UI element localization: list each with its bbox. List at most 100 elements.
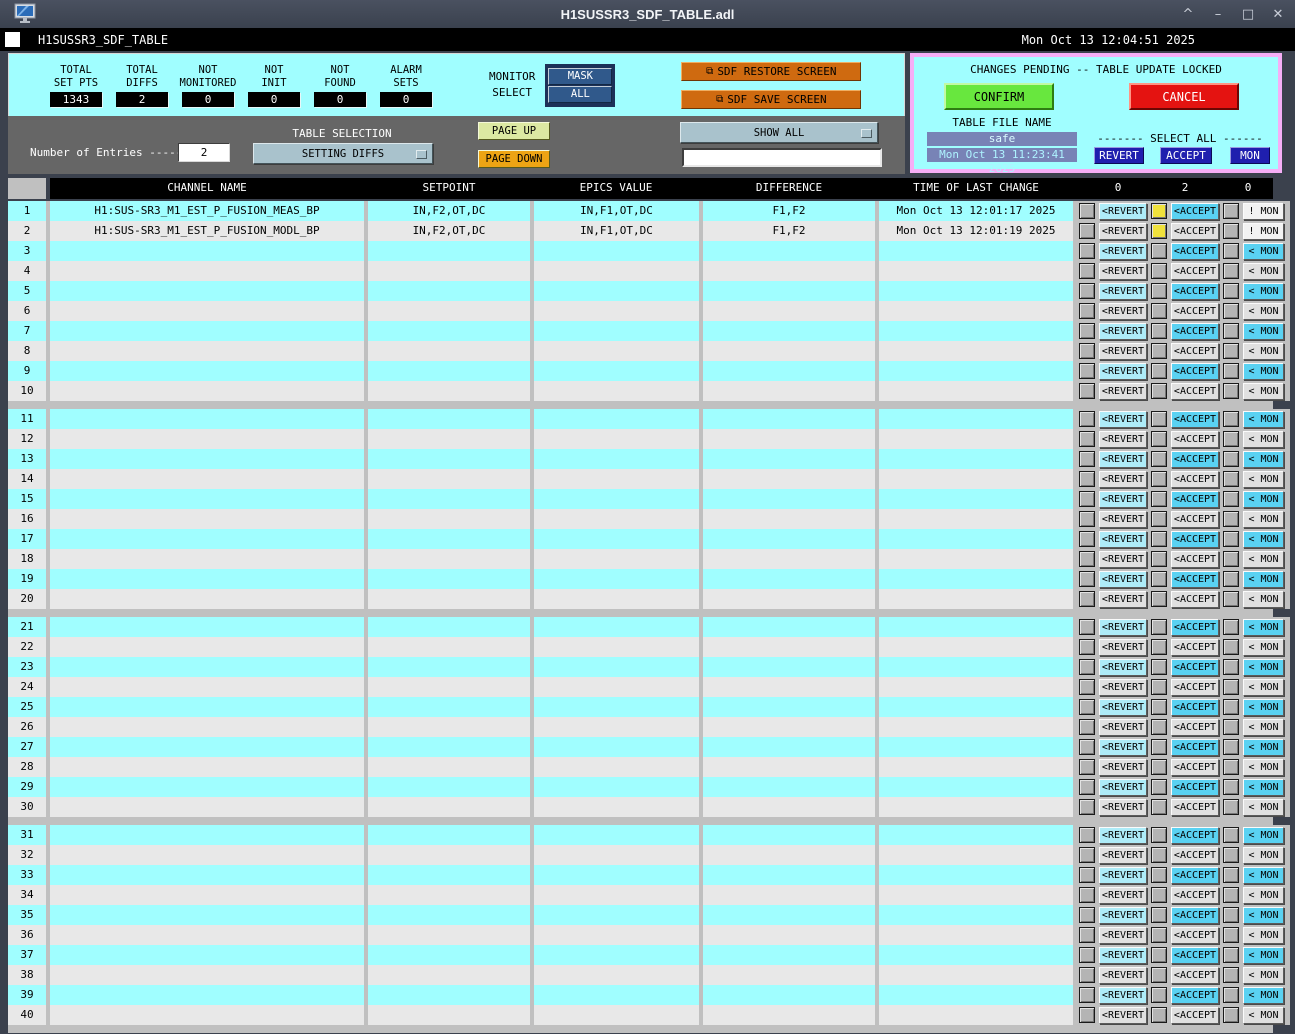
- accept-button[interactable]: <ACCEPT: [1171, 410, 1219, 428]
- accept-button[interactable]: <ACCEPT: [1171, 362, 1219, 380]
- revert-checkbox[interactable]: [1079, 203, 1095, 219]
- accept-checkbox[interactable]: [1151, 739, 1167, 755]
- revert-checkbox[interactable]: [1079, 619, 1095, 635]
- accept-checkbox[interactable]: [1151, 571, 1167, 587]
- accept-button[interactable]: <ACCEPT: [1171, 470, 1219, 488]
- revert-checkbox[interactable]: [1079, 283, 1095, 299]
- accept-button[interactable]: <ACCEPT: [1171, 1006, 1219, 1024]
- revert-checkbox[interactable]: [1079, 967, 1095, 983]
- accept-checkbox[interactable]: [1151, 867, 1167, 883]
- revert-button[interactable]: <REVERT: [1099, 202, 1147, 220]
- mon-checkbox[interactable]: [1223, 619, 1239, 635]
- accept-button[interactable]: <ACCEPT: [1171, 530, 1219, 548]
- confirm-button[interactable]: CONFIRM: [944, 83, 1054, 110]
- revert-button[interactable]: <REVERT: [1099, 886, 1147, 904]
- mon-checkbox[interactable]: [1223, 343, 1239, 359]
- mon-checkbox[interactable]: [1223, 847, 1239, 863]
- mon-button[interactable]: < MON: [1243, 946, 1284, 964]
- accept-button[interactable]: <ACCEPT: [1171, 758, 1219, 776]
- mon-button[interactable]: < MON: [1243, 362, 1284, 380]
- revert-checkbox[interactable]: [1079, 323, 1095, 339]
- revert-button[interactable]: <REVERT: [1099, 1006, 1147, 1024]
- accept-button[interactable]: <ACCEPT: [1171, 262, 1219, 280]
- revert-button[interactable]: <REVERT: [1099, 342, 1147, 360]
- mon-button[interactable]: ! MON: [1243, 222, 1284, 240]
- mon-checkbox[interactable]: [1223, 927, 1239, 943]
- accept-checkbox[interactable]: [1151, 907, 1167, 923]
- accept-checkbox[interactable]: [1151, 283, 1167, 299]
- mon-checkbox[interactable]: [1223, 263, 1239, 279]
- revert-checkbox[interactable]: [1079, 659, 1095, 675]
- mon-checkbox[interactable]: [1223, 383, 1239, 399]
- mon-checkbox[interactable]: [1223, 739, 1239, 755]
- mon-button[interactable]: < MON: [1243, 738, 1284, 756]
- accept-checkbox[interactable]: [1151, 847, 1167, 863]
- revert-button[interactable]: <REVERT: [1099, 382, 1147, 400]
- accept-checkbox[interactable]: [1151, 699, 1167, 715]
- mon-checkbox[interactable]: [1223, 531, 1239, 547]
- accept-checkbox[interactable]: [1151, 531, 1167, 547]
- mon-checkbox[interactable]: [1223, 551, 1239, 567]
- mon-button[interactable]: < MON: [1243, 570, 1284, 588]
- accept-button[interactable]: <ACCEPT: [1171, 242, 1219, 260]
- shade-window-icon[interactable]: ^: [1181, 7, 1195, 22]
- accept-checkbox[interactable]: [1151, 887, 1167, 903]
- mon-checkbox[interactable]: [1223, 243, 1239, 259]
- accept-checkbox[interactable]: [1151, 243, 1167, 259]
- accept-button[interactable]: <ACCEPT: [1171, 282, 1219, 300]
- accept-button[interactable]: <ACCEPT: [1171, 490, 1219, 508]
- mask-button[interactable]: MASK: [548, 67, 613, 85]
- revert-checkbox[interactable]: [1079, 887, 1095, 903]
- accept-button[interactable]: <ACCEPT: [1171, 738, 1219, 756]
- revert-button[interactable]: <REVERT: [1099, 242, 1147, 260]
- accept-button[interactable]: <ACCEPT: [1171, 590, 1219, 608]
- accept-button[interactable]: <ACCEPT: [1171, 302, 1219, 320]
- revert-checkbox[interactable]: [1079, 947, 1095, 963]
- mon-button[interactable]: < MON: [1243, 846, 1284, 864]
- accept-button[interactable]: <ACCEPT: [1171, 886, 1219, 904]
- mon-button[interactable]: < MON: [1243, 590, 1284, 608]
- accept-button[interactable]: <ACCEPT: [1171, 510, 1219, 528]
- accept-button[interactable]: <ACCEPT: [1171, 866, 1219, 884]
- mon-checkbox[interactable]: [1223, 203, 1239, 219]
- revert-checkbox[interactable]: [1079, 531, 1095, 547]
- revert-button[interactable]: <REVERT: [1099, 510, 1147, 528]
- accept-checkbox[interactable]: [1151, 619, 1167, 635]
- accept-button[interactable]: <ACCEPT: [1171, 778, 1219, 796]
- mon-button[interactable]: < MON: [1243, 718, 1284, 736]
- mon-button[interactable]: < MON: [1243, 302, 1284, 320]
- mon-button[interactable]: < MON: [1243, 678, 1284, 696]
- revert-button[interactable]: <REVERT: [1099, 322, 1147, 340]
- mon-button[interactable]: < MON: [1243, 778, 1284, 796]
- revert-checkbox[interactable]: [1079, 363, 1095, 379]
- revert-checkbox[interactable]: [1079, 639, 1095, 655]
- revert-button[interactable]: <REVERT: [1099, 262, 1147, 280]
- revert-button[interactable]: <REVERT: [1099, 906, 1147, 924]
- revert-button[interactable]: <REVERT: [1099, 638, 1147, 656]
- mon-checkbox[interactable]: [1223, 303, 1239, 319]
- accept-checkbox[interactable]: [1151, 659, 1167, 675]
- accept-checkbox[interactable]: [1151, 551, 1167, 567]
- mon-button[interactable]: < MON: [1243, 262, 1284, 280]
- mon-button[interactable]: < MON: [1243, 886, 1284, 904]
- mon-button[interactable]: < MON: [1243, 926, 1284, 944]
- mon-checkbox[interactable]: [1223, 451, 1239, 467]
- mon-checkbox[interactable]: [1223, 471, 1239, 487]
- mon-button[interactable]: < MON: [1243, 550, 1284, 568]
- revert-checkbox[interactable]: [1079, 223, 1095, 239]
- revert-checkbox[interactable]: [1079, 303, 1095, 319]
- revert-checkbox[interactable]: [1079, 571, 1095, 587]
- accept-checkbox[interactable]: [1151, 363, 1167, 379]
- mon-button[interactable]: < MON: [1243, 826, 1284, 844]
- revert-checkbox[interactable]: [1079, 383, 1095, 399]
- revert-button[interactable]: <REVERT: [1099, 846, 1147, 864]
- revert-checkbox[interactable]: [1079, 779, 1095, 795]
- mon-checkbox[interactable]: [1223, 759, 1239, 775]
- mon-button[interactable]: < MON: [1243, 450, 1284, 468]
- revert-checkbox[interactable]: [1079, 907, 1095, 923]
- revert-button[interactable]: <REVERT: [1099, 222, 1147, 240]
- mon-checkbox[interactable]: [1223, 411, 1239, 427]
- revert-checkbox[interactable]: [1079, 827, 1095, 843]
- page-up-button[interactable]: PAGE UP: [478, 122, 550, 140]
- accept-checkbox[interactable]: [1151, 203, 1167, 219]
